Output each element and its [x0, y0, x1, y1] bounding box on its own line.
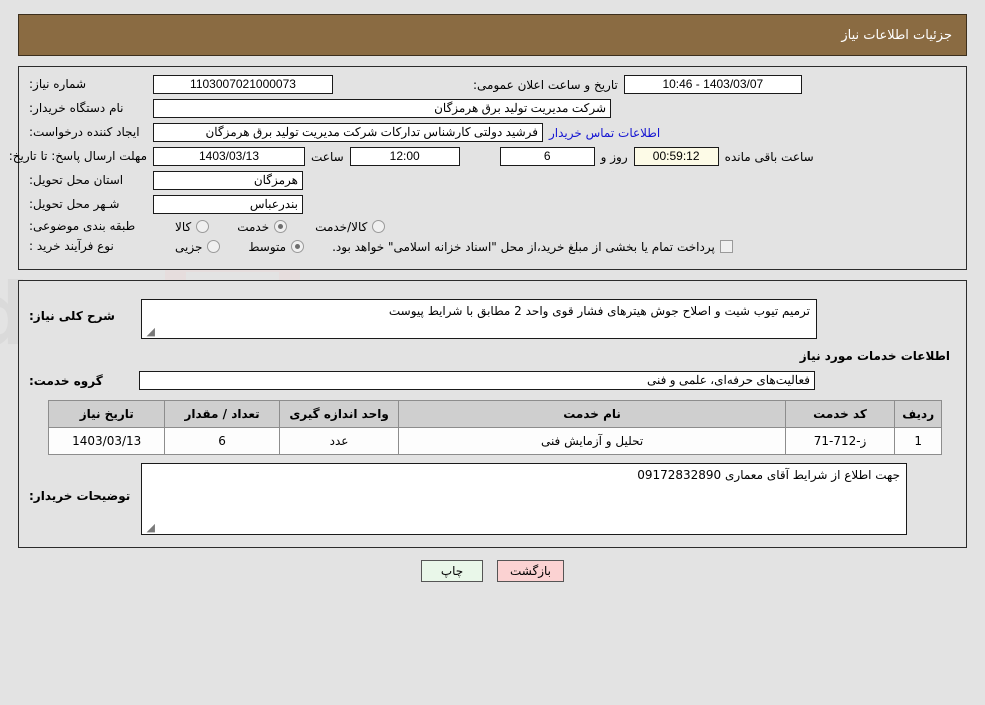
table-header-need-date: تاریخ نیاز [47, 400, 166, 428]
need-info-panel: تاریخ و ساعت اعلان عمومی: شماره نیاز: نا… [8, 66, 967, 270]
row-buyer-notes: جهت اطلاع از شرایط آقای معماری 091728328… [29, 463, 956, 535]
countdown-field [633, 147, 719, 166]
radio-icon[interactable] [274, 220, 288, 233]
row-category: کالا/خدمت خدمت کالا طبقه بندی موضوعی: [29, 219, 956, 234]
buyer-org-label: نام دستگاه خریدار: [29, 101, 124, 115]
print-button[interactable]: چاپ [421, 560, 483, 582]
cell-need-date: 1403/03/13 [47, 427, 166, 455]
row-city: شـهر محل تحویل: [29, 195, 956, 214]
cell-service-code: ز-712-71 [784, 427, 896, 455]
treasury-docs-checkbox[interactable]: پرداخت تمام یا بخشی از مبلغ خرید،از محل … [332, 240, 733, 254]
category-option-label: خدمت [237, 219, 270, 234]
buyer-notes-textarea[interactable]: جهت اطلاع از شرایط آقای معماری 091728328… [141, 463, 907, 535]
resize-grip-icon[interactable]: ◢ [145, 522, 155, 533]
cell-radif: 1 [894, 427, 942, 455]
cell-quantity: 6 [164, 427, 280, 455]
request-creator-label: ایجاد کننده درخواست: [29, 125, 140, 139]
category-option-label: کالا [175, 219, 192, 234]
announce-datetime-field[interactable] [623, 75, 802, 94]
category-option-goods[interactable]: کالا [175, 219, 210, 234]
page-title: جزئیات اطلاعات نیاز [841, 27, 952, 43]
services-table: ردیف کد خدمت نام خدمت واحد اندازه گیری ت… [47, 400, 942, 455]
need-description-textarea[interactable]: ترمیم تیوب شیت و اصلاح جوش هیترهای فشار … [141, 299, 817, 339]
need-description-label: شرح کلی نیاز: [29, 309, 115, 323]
response-deadline-label: مهلت ارسال پاسخ: تا تاریخ: [8, 149, 147, 163]
need-number-field[interactable] [153, 75, 333, 94]
resize-grip-icon[interactable]: ◢ [145, 326, 155, 337]
row-buyer-org: نام دستگاه خریدار: [29, 99, 956, 118]
days-label: روز و [600, 149, 628, 164]
services-table-wrapper: ردیف کد خدمت نام خدمت واحد اندازه گیری ت… [43, 400, 942, 455]
cell-service-name: تحلیل و آزمایش فنی [398, 427, 786, 455]
category-option-goods-services[interactable]: کالا/خدمت [315, 219, 386, 234]
row-purchase-process: پرداخت تمام یا بخشی از مبلغ خرید،از محل … [29, 239, 956, 254]
deadline-date-field[interactable] [153, 147, 305, 166]
service-group-label: گروه خدمت: [29, 373, 103, 388]
table-header-service-code: کد خدمت [784, 400, 896, 428]
hour-label: ساعت [311, 149, 344, 164]
need-description-text: ترمیم تیوب شیت و اصلاح جوش هیترهای فشار … [388, 304, 810, 318]
purchase-process-label: نوع فرآیند خرید : [29, 239, 114, 253]
row-service-group: گروه خدمت: [29, 371, 956, 390]
process-option-medium[interactable]: متوسط [248, 239, 305, 254]
days-remaining-field [499, 147, 595, 166]
buyer-notes-text: جهت اطلاع از شرایط آقای معماری 091728328… [637, 468, 900, 482]
table-row: 1 ز-712-71 تحلیل و آزمایش فنی عدد 6 1403… [47, 427, 942, 455]
row-province: استان محل تحویل: [29, 171, 956, 190]
buyer-contact-link[interactable]: اطلاعات تماس خریدار [549, 126, 660, 140]
page-header: جزئیات اطلاعات نیاز [18, 14, 967, 56]
category-option-label: کالا/خدمت [315, 219, 368, 234]
delivery-city-field[interactable] [153, 195, 303, 214]
row-need-number: تاریخ و ساعت اعلان عمومی: شماره نیاز: [29, 75, 956, 94]
category-label: طبقه بندی موضوعی: [29, 219, 136, 233]
radio-icon[interactable] [196, 220, 210, 233]
back-button[interactable]: بازگشت [497, 560, 564, 582]
table-header-quantity: تعداد / مقدار [164, 400, 280, 428]
table-header-service-name: نام خدمت [398, 400, 786, 428]
table-header-unit: واحد اندازه گیری [278, 400, 400, 428]
table-header-row: ردیف کد خدمت نام خدمت واحد اندازه گیری ت… [47, 400, 942, 428]
service-group-field[interactable] [139, 371, 815, 390]
treasury-docs-label: پرداخت تمام یا بخشی از مبلغ خرید،از محل … [332, 239, 715, 254]
announce-datetime-label: تاریخ و ساعت اعلان عمومی: [473, 77, 618, 92]
remaining-label: ساعت باقی مانده [724, 149, 814, 164]
buyer-notes-label: توضیحات خریدار: [29, 489, 131, 503]
row-response-deadline: ساعت باقی مانده روز و ساعت مهلت ارسال پا… [8, 147, 956, 166]
row-need-description: ترمیم تیوب شیت و اصلاح جوش هیترهای فشار … [29, 299, 956, 339]
buyer-org-field[interactable] [153, 99, 611, 118]
need-number-label: شماره نیاز: [29, 77, 86, 91]
radio-icon[interactable] [207, 240, 221, 253]
deadline-time-field[interactable] [349, 147, 460, 166]
delivery-province-label: استان محل تحویل: [29, 173, 124, 187]
cell-unit: عدد [278, 427, 400, 455]
process-option-label: متوسط [248, 239, 287, 254]
row-request-creator: اطلاعات تماس خریدار ایجاد کننده درخواست: [29, 123, 956, 142]
footer-actions: بازگشت چاپ [0, 560, 985, 582]
delivery-city-label: شـهر محل تحویل: [29, 197, 120, 211]
services-section-title: اطلاعات خدمات مورد نیاز [799, 349, 950, 363]
category-option-service[interactable]: خدمت [237, 219, 288, 234]
table-header-radif: ردیف [894, 400, 942, 428]
request-creator-field[interactable] [153, 123, 543, 142]
process-option-minor[interactable]: جزیی [175, 239, 221, 254]
process-option-label: جزیی [175, 239, 203, 254]
need-details-panel: ترمیم تیوب شیت و اصلاح جوش هیترهای فشار … [18, 280, 967, 548]
radio-icon[interactable] [291, 240, 305, 253]
delivery-province-field[interactable] [153, 171, 303, 190]
radio-icon[interactable] [372, 220, 386, 233]
checkbox-icon[interactable] [719, 240, 733, 253]
